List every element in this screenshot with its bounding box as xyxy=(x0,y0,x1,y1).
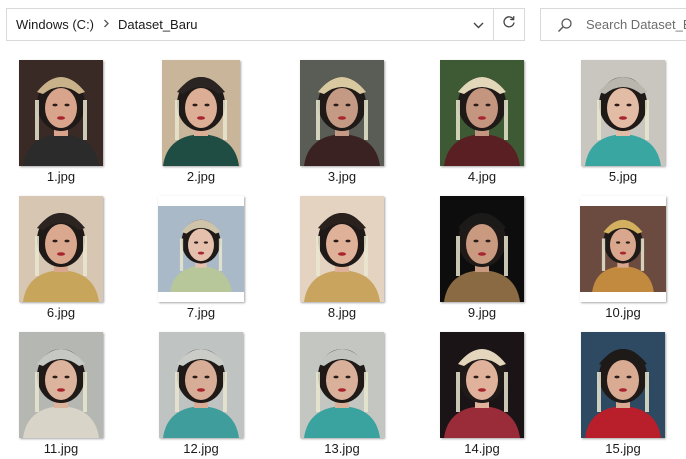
file-item[interactable]: 1.jpg xyxy=(8,52,114,184)
file-item[interactable]: 2.jpg xyxy=(148,52,254,184)
portrait-image xyxy=(440,332,524,438)
file-thumbnail[interactable] xyxy=(580,60,666,166)
search-input[interactable] xyxy=(586,17,686,32)
portrait-image xyxy=(300,332,384,438)
explorer-toolbar: Windows (C:) Dataset_Baru xyxy=(0,0,686,50)
file-name[interactable]: 3.jpg xyxy=(328,169,356,184)
breadcrumb-folder[interactable]: Dataset_Baru xyxy=(118,17,198,32)
portrait-image xyxy=(19,332,103,438)
file-thumbnail[interactable] xyxy=(439,332,525,438)
portrait-image xyxy=(581,332,665,438)
chevron-right-icon[interactable] xyxy=(103,19,110,31)
file-item[interactable]: 4.jpg xyxy=(429,52,535,184)
file-name[interactable]: 14.jpg xyxy=(464,441,499,456)
file-item[interactable]: 10.jpg xyxy=(570,188,676,320)
file-item[interactable]: 15.jpg xyxy=(570,324,676,456)
file-name[interactable]: 1.jpg xyxy=(47,169,75,184)
file-thumbnail[interactable] xyxy=(158,196,244,302)
file-item[interactable]: 8.jpg xyxy=(289,188,395,320)
file-item[interactable]: 11.jpg xyxy=(8,324,114,456)
address-bar[interactable]: Windows (C:) Dataset_Baru xyxy=(6,8,525,41)
file-thumbnail[interactable] xyxy=(439,60,525,166)
file-grid: 1.jpg 2.jpg 3.jpg 4.jpg 5.jpg 6.jpg 7.jpg 8.jpg… xyxy=(0,52,686,459)
file-item[interactable]: 13.jpg xyxy=(289,324,395,456)
file-name[interactable]: 7.jpg xyxy=(187,305,215,320)
portrait-image xyxy=(158,206,244,292)
file-name[interactable]: 10.jpg xyxy=(605,305,640,320)
file-thumbnail[interactable] xyxy=(158,60,244,166)
file-name[interactable]: 2.jpg xyxy=(187,169,215,184)
file-thumbnail[interactable] xyxy=(299,196,385,302)
file-item[interactable]: 3.jpg xyxy=(289,52,395,184)
file-item[interactable]: 5.jpg xyxy=(570,52,676,184)
address-history-button[interactable] xyxy=(464,9,492,40)
file-thumbnail[interactable] xyxy=(158,332,244,438)
file-thumbnail[interactable] xyxy=(299,60,385,166)
portrait-image xyxy=(300,196,384,302)
file-item[interactable]: 9.jpg xyxy=(429,188,535,320)
file-thumbnail[interactable] xyxy=(439,196,525,302)
file-name[interactable]: 4.jpg xyxy=(468,169,496,184)
file-name[interactable]: 12.jpg xyxy=(183,441,218,456)
refresh-button[interactable] xyxy=(493,9,524,40)
file-item[interactable]: 12.jpg xyxy=(148,324,254,456)
file-item[interactable]: 7.jpg xyxy=(148,188,254,320)
file-thumbnail[interactable] xyxy=(580,196,666,302)
portrait-image xyxy=(580,206,666,292)
file-name[interactable]: 6.jpg xyxy=(47,305,75,320)
file-name[interactable]: 9.jpg xyxy=(468,305,496,320)
file-thumbnail[interactable] xyxy=(18,332,104,438)
file-thumbnail[interactable] xyxy=(18,60,104,166)
file-name[interactable]: 8.jpg xyxy=(328,305,356,320)
portrait-image xyxy=(19,196,103,302)
refresh-icon xyxy=(502,15,516,34)
file-name[interactable]: 15.jpg xyxy=(605,441,640,456)
portrait-image xyxy=(581,60,665,166)
file-thumbnail[interactable] xyxy=(18,196,104,302)
file-item[interactable]: 14.jpg xyxy=(429,324,535,456)
portrait-image xyxy=(19,60,103,166)
file-name[interactable]: 5.jpg xyxy=(609,169,637,184)
breadcrumb-drive[interactable]: Windows (C:) xyxy=(7,17,94,32)
search-box[interactable] xyxy=(540,8,686,41)
chevron-down-icon xyxy=(473,16,484,34)
file-thumbnail[interactable] xyxy=(299,332,385,438)
file-thumbnail[interactable] xyxy=(580,332,666,438)
search-icon xyxy=(557,17,573,33)
file-name[interactable]: 11.jpg xyxy=(44,441,78,456)
file-name[interactable]: 13.jpg xyxy=(324,441,359,456)
portrait-image xyxy=(159,332,243,438)
portrait-image xyxy=(440,60,524,166)
portrait-image xyxy=(440,196,524,302)
portrait-image xyxy=(162,60,240,166)
portrait-image xyxy=(300,60,384,166)
file-item[interactable]: 6.jpg xyxy=(8,188,114,320)
